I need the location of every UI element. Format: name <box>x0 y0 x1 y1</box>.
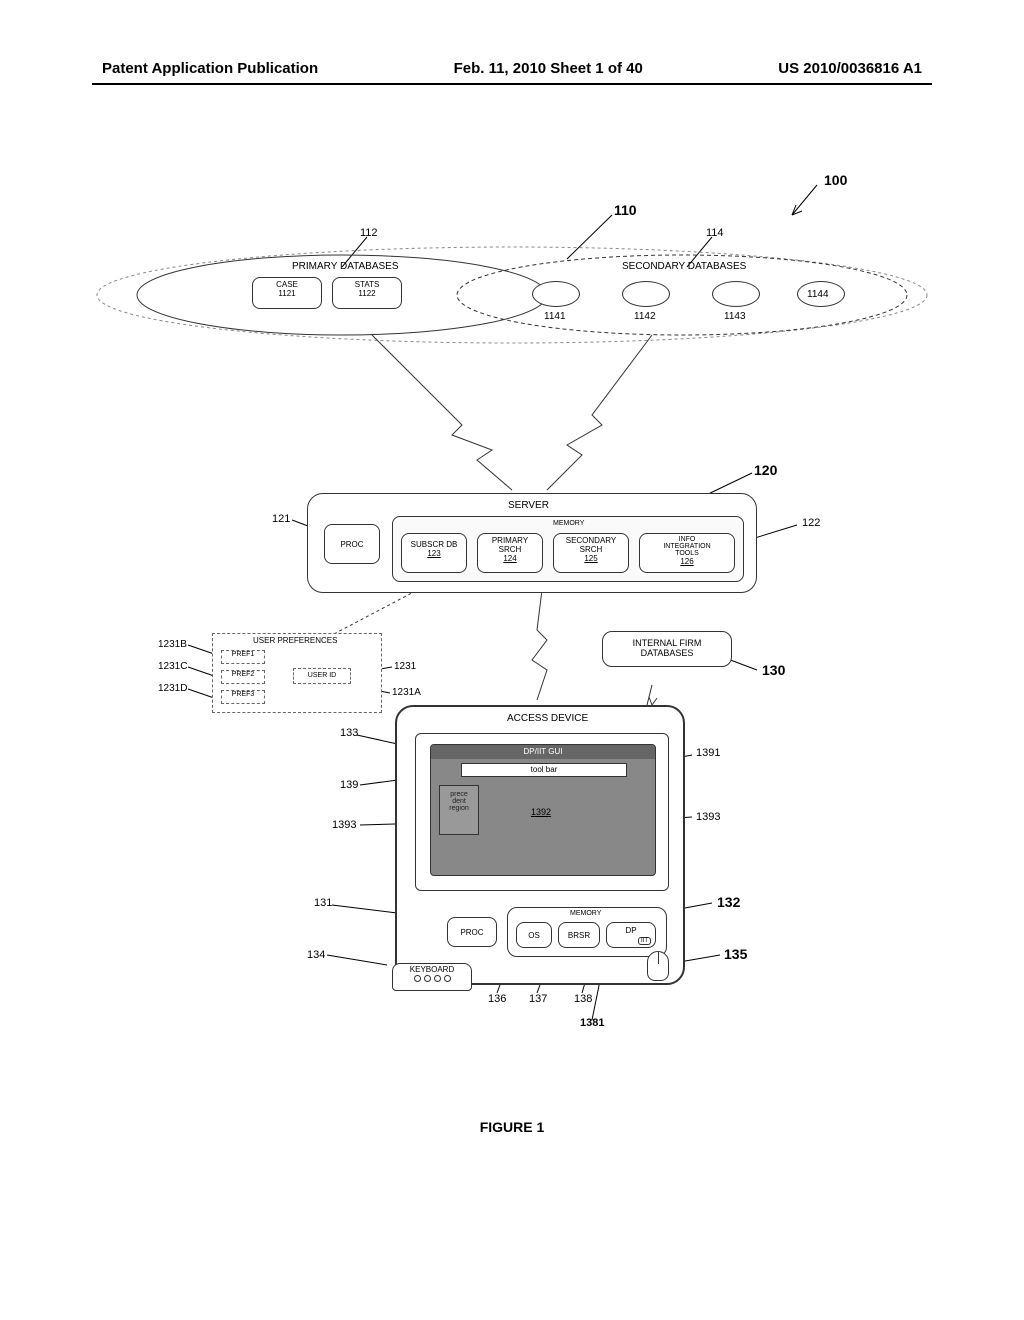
primary-srch-label: PRIMARY SRCH <box>478 536 542 554</box>
ref-1143: 1143 <box>724 311 746 322</box>
internal-firm-db: INTERNAL FIRM DATABASES <box>602 631 732 667</box>
user-id-box: USER ID <box>293 668 351 684</box>
secondary-db-title: SECONDARY DATABASES <box>622 261 746 272</box>
keyboard-keys-icon <box>393 975 471 982</box>
ref-1231: 1231 <box>394 661 416 672</box>
case-db-label: CASE <box>253 280 321 289</box>
header-right: US 2010/0036816 A1 <box>778 60 922 77</box>
brsr-module: BRSR <box>558 922 600 948</box>
dp-iit-module: DP IIT <box>606 922 656 948</box>
primary-db-title: PRIMARY DATABASES <box>292 261 399 272</box>
sec-db-1142 <box>622 281 670 307</box>
ref-134: 134 <box>307 949 325 961</box>
dp-label: DP <box>625 926 636 935</box>
ref-110: 110 <box>614 203 637 218</box>
ref-1393-left: 1393 <box>332 819 356 831</box>
figure-caption: FIGURE 1 <box>92 1119 932 1135</box>
device-screen: DP/IIT GUI tool bar prece dent region 13… <box>415 733 669 891</box>
ref-133: 133 <box>340 727 358 739</box>
gui-header: DP/IIT GUI <box>431 745 655 759</box>
ref-137: 137 <box>529 993 547 1005</box>
os-module: OS <box>516 922 552 948</box>
case-db: CASE 1121 <box>252 277 322 309</box>
ref-139: 139 <box>340 779 358 791</box>
case-db-ref: 1121 <box>253 289 321 298</box>
ref-120: 120 <box>754 463 777 478</box>
ref-1142: 1142 <box>634 311 656 322</box>
device-proc: PROC <box>447 917 497 947</box>
ref-112: 112 <box>360 227 378 239</box>
server-memory: MEMORY SUBSCR DB 123 PRIMARY SRCH 124 SE… <box>392 516 744 582</box>
ref-121: 121 <box>272 513 290 525</box>
subscr-db-ref: 123 <box>402 549 466 558</box>
sec-db-1141 <box>532 281 580 307</box>
iit-sub-label: IIT <box>638 937 651 945</box>
ref-131: 131 <box>314 897 332 909</box>
ref-1231D: 1231D <box>158 683 187 694</box>
user-preferences-box: USER PREFERENCES PREF1 PREF2 PREF3 USER … <box>212 633 382 713</box>
access-device: ACCESS DEVICE DP/IIT GUI tool bar prece … <box>395 705 685 985</box>
keyboard: KEYBOARD <box>392 963 472 991</box>
ref-1141: 1141 <box>544 311 566 322</box>
ref-1231B: 1231B <box>158 639 187 650</box>
user-prefs-title: USER PREFERENCES <box>253 637 337 646</box>
ref-114: 114 <box>706 227 724 239</box>
main-region-ref: 1392 <box>531 807 551 817</box>
secondary-srch-ref: 125 <box>554 554 628 563</box>
ref-1231C: 1231C <box>158 661 187 672</box>
ref-138: 138 <box>574 993 592 1005</box>
info-tools-label: INFO INTEGRATION TOOLS <box>640 536 734 557</box>
pref3-box: PREF3 <box>221 690 265 704</box>
ref-1144: 1144 <box>807 289 829 300</box>
primary-srch: PRIMARY SRCH 124 <box>477 533 543 573</box>
pref2-box: PREF2 <box>221 670 265 684</box>
pref1-box: PREF1 <box>221 650 265 664</box>
stats-db-ref: 1122 <box>333 289 401 298</box>
info-tools: INFO INTEGRATION TOOLS 126 <box>639 533 735 573</box>
secondary-srch-label: SECONDARY SRCH <box>554 536 628 554</box>
ref-1391: 1391 <box>696 747 720 759</box>
ref-1231A: 1231A <box>392 687 421 698</box>
figure-1-diagram: 100 110 112 114 120 121 122 130 1231B 12… <box>92 85 932 1165</box>
header-left: Patent Application Publication <box>102 60 318 77</box>
ref-135: 135 <box>724 947 747 962</box>
access-device-title: ACCESS DEVICE <box>507 713 588 724</box>
server-box: SERVER PROC MEMORY SUBSCR DB 123 PRIMARY… <box>307 493 757 593</box>
keyboard-label: KEYBOARD <box>393 965 471 974</box>
device-memory: MEMORY OS BRSR DP IIT <box>507 907 667 957</box>
sec-db-1143 <box>712 281 760 307</box>
connectors-svg <box>92 85 932 1165</box>
ref-1381: 1381 <box>580 1017 604 1029</box>
precedent-region: prece dent region <box>439 785 479 835</box>
ref-100: 100 <box>824 173 847 188</box>
mouse-icon <box>647 951 669 981</box>
header-center: Feb. 11, 2010 Sheet 1 of 40 <box>454 60 643 77</box>
subscr-db-label: SUBSCR DB <box>402 540 466 549</box>
ref-122: 122 <box>802 517 820 529</box>
server-proc: PROC <box>324 524 380 564</box>
info-tools-ref: 126 <box>640 557 734 566</box>
stats-db: STATS 1122 <box>332 277 402 309</box>
dp-iit-gui: DP/IIT GUI tool bar prece dent region 13… <box>430 744 656 876</box>
subscr-db: SUBSCR DB 123 <box>401 533 467 573</box>
server-memory-label: MEMORY <box>553 520 584 528</box>
secondary-srch: SECONDARY SRCH 125 <box>553 533 629 573</box>
stats-db-label: STATS <box>333 280 401 289</box>
primary-srch-ref: 124 <box>478 554 542 563</box>
device-memory-label: MEMORY <box>570 910 601 918</box>
server-title: SERVER <box>508 500 549 511</box>
gui-toolbar: tool bar <box>461 763 627 777</box>
ref-136: 136 <box>488 993 506 1005</box>
ref-132: 132 <box>717 895 740 910</box>
ref-1393-right: 1393 <box>696 811 720 823</box>
ref-130: 130 <box>762 663 785 678</box>
